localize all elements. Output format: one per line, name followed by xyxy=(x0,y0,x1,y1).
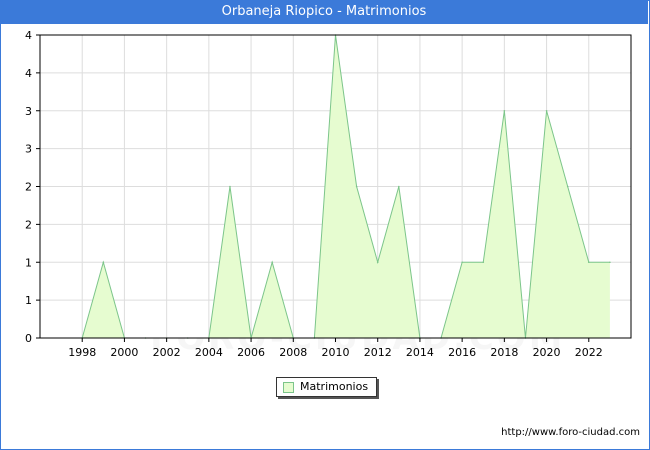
x-tick-label: 2012 xyxy=(364,346,392,359)
x-tick-label: 2004 xyxy=(195,346,223,359)
y-tick-label: 1 xyxy=(25,294,32,307)
x-tick-label: 2000 xyxy=(110,346,138,359)
data-point xyxy=(355,185,358,188)
data-point xyxy=(229,185,231,188)
data-point xyxy=(461,261,463,264)
y-tick-label: 3 xyxy=(25,143,32,156)
data-point xyxy=(545,109,548,112)
x-tick-label: 2022 xyxy=(575,346,603,359)
y-tick-label: 0 xyxy=(25,332,32,345)
data-point xyxy=(587,261,590,264)
x-tick-label: 2014 xyxy=(406,346,434,359)
x-tick-label: 1998 xyxy=(68,346,96,359)
x-tick-label: 2006 xyxy=(237,346,265,359)
data-point xyxy=(376,261,379,264)
y-tick-label: 4 xyxy=(25,67,32,80)
x-tick-label: 2016 xyxy=(448,346,476,359)
x-tick-label: 2018 xyxy=(490,346,518,359)
legend-swatch xyxy=(283,381,294,393)
y-tick-label: 3 xyxy=(25,105,32,118)
data-point xyxy=(102,261,105,264)
data-point xyxy=(609,261,611,264)
y-tick-label: 4 xyxy=(25,29,32,42)
x-tick-label: 2020 xyxy=(533,346,561,359)
source-url: http://www.foro-ciudad.com xyxy=(501,427,640,438)
legend-label: Matrimonios xyxy=(300,380,369,393)
data-point xyxy=(271,261,273,264)
x-tick-label: 2010 xyxy=(322,346,350,359)
x-tick-label: 2008 xyxy=(279,346,307,359)
y-tick-label: 2 xyxy=(25,218,32,231)
y-tick-label: 1 xyxy=(25,256,32,269)
x-tick-label: 2002 xyxy=(153,346,181,359)
legend: Matrimonios xyxy=(276,377,378,397)
data-point xyxy=(398,185,400,188)
data-point xyxy=(503,109,506,112)
data-point xyxy=(482,261,485,264)
data-point xyxy=(566,185,569,188)
y-tick-label: 2 xyxy=(25,181,32,194)
